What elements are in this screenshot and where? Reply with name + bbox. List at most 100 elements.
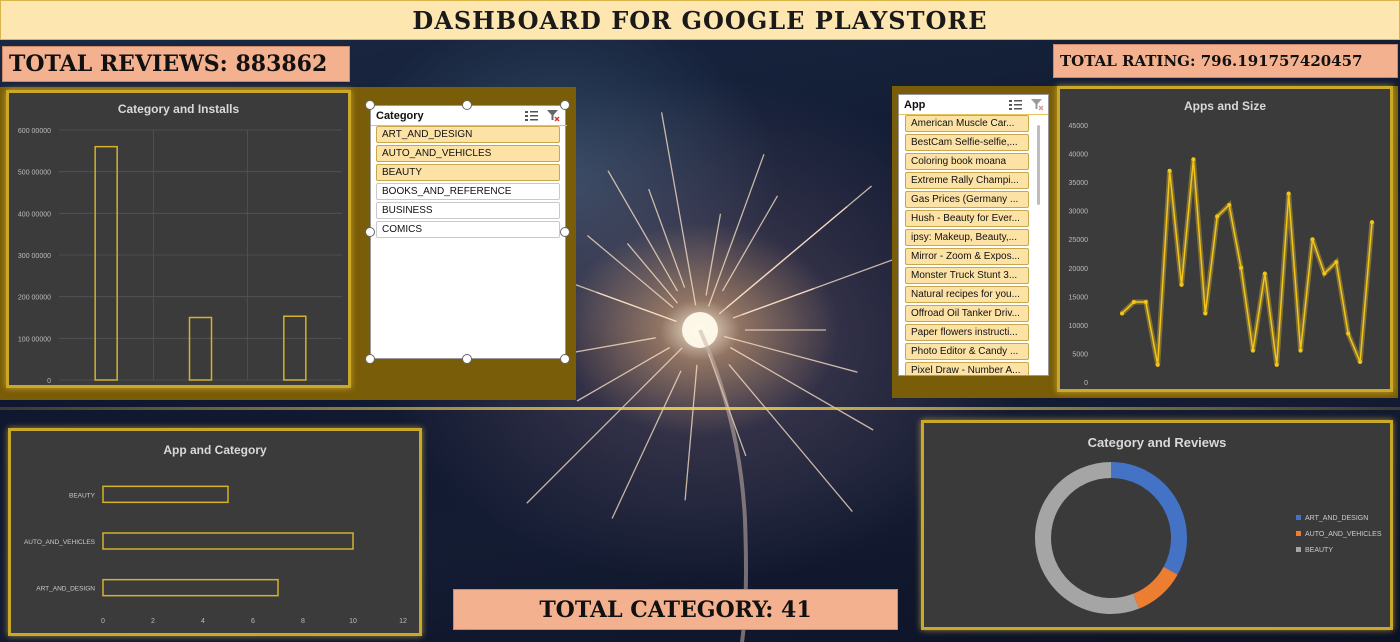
resize-handle[interactable]	[462, 354, 472, 364]
y-tick-label: 30000	[1069, 209, 1089, 216]
donut-slice-beauty	[1035, 462, 1139, 614]
category-label: BEAUTY	[69, 492, 96, 499]
spark-streak	[721, 195, 779, 292]
multi-select-icon[interactable]	[525, 110, 539, 122]
y-tick-label: 600 00000	[18, 128, 51, 135]
slicer-item-books-and-reference[interactable]: BOOKS_AND_REFERENCE	[376, 183, 560, 200]
category-installs-chart: Category and Installs 0 100 00000 200 0000…	[6, 90, 351, 388]
app-slicer-item[interactable]: Natural recipes for you...	[905, 286, 1029, 303]
data-point	[1179, 282, 1184, 287]
total-category-value: TOTAL CATEGORY: 41	[539, 596, 812, 623]
slicer-item-auto-and-vehicles[interactable]: AUTO_AND_VEHICLES	[376, 145, 560, 162]
apps-size-chart: Apps and Size 0 5000 10000 15000 20000 25000 3…	[1057, 86, 1393, 392]
x-tick-label: 4	[201, 618, 205, 625]
slicer-item-beauty[interactable]: BEAUTY	[376, 164, 560, 181]
app-slicer-item[interactable]: American Muscle Car...	[905, 115, 1029, 132]
app-slicer-item[interactable]: Monster Truck Stunt 3...	[905, 267, 1029, 284]
resize-handle[interactable]	[560, 227, 570, 237]
page-title: DASHBOARD FOR GOOGLE PLAYSTORE	[412, 5, 988, 35]
app-slicer-item[interactable]: Gas Prices (Germany ...	[905, 191, 1029, 208]
data-point	[1310, 237, 1315, 242]
app-slicer-item[interactable]: Paper flowers instructi...	[905, 324, 1029, 341]
data-point	[1155, 362, 1160, 367]
y-tick-label: 0	[47, 378, 51, 385]
app-category-plot: 0 2 4 6 8 10 12 ART_AND_DESIGN AUTO_AND_VEHICLES…	[24, 485, 407, 625]
total-category-kpi: TOTAL CATEGORY: 41	[453, 589, 898, 630]
spark-streak	[660, 112, 697, 306]
spark-streak	[729, 346, 874, 431]
resize-handle[interactable]	[365, 100, 375, 110]
data-point	[1286, 191, 1291, 196]
slicer-item-business[interactable]: BUSINESS	[376, 202, 560, 219]
clear-filter-icon[interactable]	[546, 109, 560, 122]
x-tick-label: 2	[151, 618, 155, 625]
resize-handle[interactable]	[365, 227, 375, 237]
data-point	[1191, 157, 1196, 162]
y-tick-label: 35000	[1069, 180, 1089, 187]
y-tick-label: 5000	[1072, 351, 1088, 358]
category-label: AUTO_AND_VEHICLES	[24, 539, 96, 546]
x-tick-label: 12	[399, 618, 407, 625]
dashboard-header: DASHBOARD FOR GOOGLE PLAYSTORE	[0, 0, 1400, 40]
app-slicer-item[interactable]: Mirror - Zoom & Expos...	[905, 248, 1029, 265]
data-point	[1131, 300, 1136, 305]
app-slicer[interactable]: App American Muscle Car... BestCam Selfie…	[898, 94, 1049, 376]
reviews-donut: ART_AND_DESIGN AUTO_AND_VEHICLES BEAUTY	[1035, 462, 1382, 614]
app-slicer-header: App	[904, 99, 926, 111]
clear-filter-icon[interactable]	[1030, 98, 1044, 111]
data-point	[1358, 360, 1363, 365]
app-slicer-item[interactable]: Offroad Oil Tanker Driv...	[905, 305, 1029, 322]
app-slicer-item[interactable]: Photo Editor & Candy ...	[905, 343, 1029, 360]
slicer-item-comics[interactable]: COMICS	[376, 221, 560, 238]
total-rating-kpi: TOTAL RATING: 796.191757420457	[1053, 44, 1398, 78]
x-tick-label: 8	[301, 618, 305, 625]
y-tick-label: 10000	[1069, 323, 1089, 330]
spark-streak	[611, 370, 682, 519]
data-point	[1227, 202, 1232, 207]
resize-handle[interactable]	[560, 100, 570, 110]
data-point	[1215, 214, 1220, 219]
spark-streak	[684, 364, 698, 501]
resize-handle[interactable]	[560, 354, 570, 364]
data-point	[1203, 311, 1208, 316]
bar-art_and_design	[94, 145, 118, 381]
app-slicer-item[interactable]: Coloring book moana	[905, 153, 1029, 170]
category-slicer[interactable]: Category ART_AND_DESIGN AUTO_AND_VEHICLE…	[370, 105, 567, 359]
x-tick-label: 0	[101, 618, 105, 625]
app-slicer-item[interactable]: ipsy: Makeup, Beauty,...	[905, 229, 1029, 246]
slicer-item-art-and-design[interactable]: ART_AND_DESIGN	[376, 126, 560, 143]
y-tick-label: 400 00000	[18, 211, 51, 218]
y-tick-label: 25000	[1069, 237, 1089, 244]
y-tick-label: 100 00000	[18, 336, 51, 343]
resize-handle[interactable]	[462, 100, 472, 110]
app-slicer-item[interactable]: BestCam Selfie-selfie,...	[905, 134, 1029, 151]
app-slicer-item[interactable]: Pixel Draw - Number A...	[905, 362, 1029, 375]
app-slicer-item[interactable]: Hush - Beauty for Ever...	[905, 210, 1029, 227]
divider-line	[0, 407, 1400, 410]
slicer-scrollbar[interactable]	[1037, 125, 1040, 205]
category-label: ART_AND_DESIGN	[36, 586, 95, 593]
spark-streak	[626, 243, 679, 304]
size-plot: 0 5000 10000 15000 20000 25000 30000 35000 40000…	[1069, 123, 1375, 387]
category-reviews-chart: Category and Reviews ART_AND_DESIGN AUTO_…	[921, 420, 1393, 630]
legend-label: ART_AND_DESIGN	[1305, 515, 1368, 522]
y-tick-label: 0	[1084, 380, 1088, 387]
total-reviews-value: TOTAL REVIEWS: 883862	[9, 51, 328, 77]
data-point	[1298, 348, 1303, 353]
bar-art_and_design	[102, 578, 279, 597]
legend-swatch	[1296, 547, 1301, 552]
installs-plot: 0 100 00000 200 00000 300 00000 400 00000 500…	[18, 128, 342, 385]
app-slicer-item[interactable]: Extreme Rally Champi...	[905, 172, 1029, 189]
data-point	[1322, 271, 1327, 276]
category-slicer-header: Category	[376, 110, 424, 122]
legend-label: AUTO_AND_VEHICLES	[1305, 531, 1382, 538]
spark-streak	[607, 170, 679, 292]
x-tick-label: 10	[349, 618, 357, 625]
total-reviews-kpi: TOTAL REVIEWS: 883862	[2, 46, 350, 82]
multi-select-icon[interactable]	[1009, 99, 1023, 111]
resize-handle[interactable]	[365, 354, 375, 364]
data-point	[1120, 311, 1124, 316]
data-point	[1370, 220, 1374, 225]
spark-streak	[742, 288, 814, 316]
spark-streak	[705, 213, 722, 296]
